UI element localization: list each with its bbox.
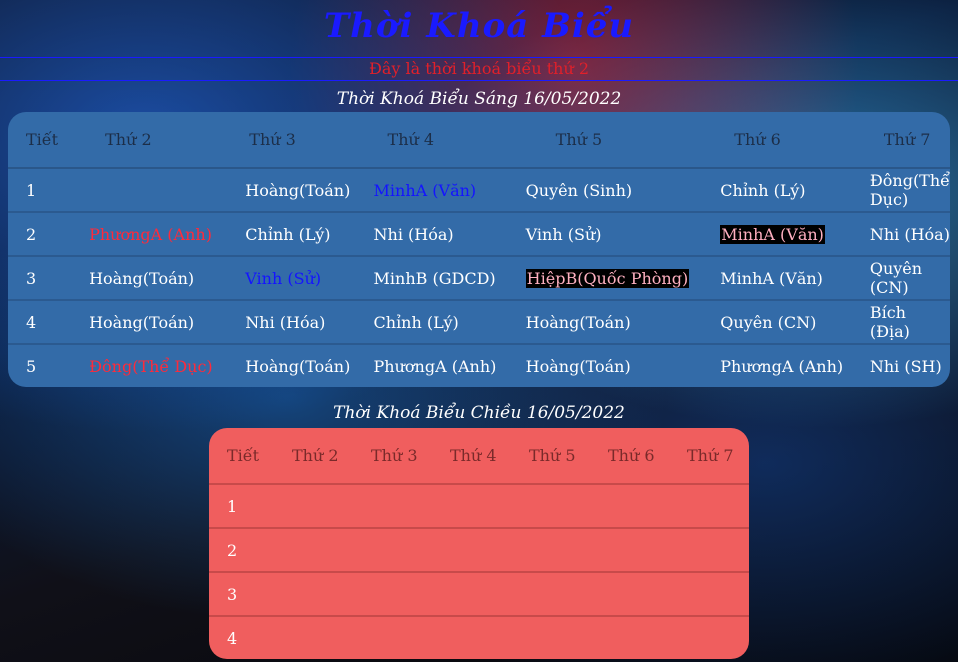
header-cell: Thứ 4: [355, 112, 508, 169]
table-cell: Chỉnh (Lý): [355, 299, 508, 344]
table-cell: [274, 571, 353, 616]
table-cell: [511, 483, 590, 528]
table-cell: Vinh (Sử): [507, 211, 703, 256]
header-cell: Thứ 7: [851, 112, 950, 169]
table-cell: [590, 527, 669, 572]
table-cell: Nhi (Hóa): [355, 211, 508, 256]
table-cell: Quyên (CN): [702, 299, 852, 344]
table-cell: [432, 527, 511, 572]
table-cell: [511, 527, 590, 572]
table-cell: Hoàng(Toán): [507, 343, 703, 387]
table-cell: [71, 168, 227, 212]
table-row: 1 Hoàng(Toán) MinhA (Văn) Quyên (Sinh) C…: [8, 168, 950, 212]
table-cell: Chỉnh (Lý): [227, 211, 356, 256]
period-cell: 1: [26, 180, 37, 200]
table-cell: MinhA (Văn): [702, 255, 852, 300]
table-cell: [274, 483, 353, 528]
table-cell: [590, 571, 669, 616]
page-title: Thời Khoá Biểu: [323, 6, 635, 46]
period-cell: 1: [209, 483, 274, 528]
table-row: 1: [209, 483, 749, 528]
table-cell: Chỉnh (Lý): [720, 180, 806, 200]
highlighted-entry: HiệpB(Quốc Phòng): [525, 268, 690, 288]
table-cell: MinhA (Văn): [702, 211, 852, 256]
header-cell: Tiết: [8, 112, 72, 169]
header-cell: Thứ 2: [274, 428, 353, 485]
table-row: 3: [209, 571, 749, 616]
header-cell: Thứ 5: [511, 428, 590, 485]
morning-schedule-title: Thời Khoá Biểu Sáng 16/05/2022: [336, 89, 622, 109]
table-cell: Quyên (Sinh): [525, 180, 633, 200]
header-cell: Thứ 7: [669, 428, 749, 485]
period-cell: 3: [8, 255, 72, 300]
table-cell: Vinh (Sử): [227, 255, 356, 300]
table-cell: [669, 571, 749, 616]
table-cell: [511, 571, 590, 616]
header-cell: Thứ 2: [71, 112, 228, 169]
period-cell: 5: [8, 343, 72, 387]
table-row: 4: [209, 615, 749, 659]
header-cell: Thứ 3: [227, 112, 356, 169]
table-cell: [669, 527, 749, 572]
table-cell: Nhi (Hóa): [227, 299, 356, 344]
table-cell: PhươngA (Anh): [355, 343, 508, 387]
page-subtitle: Đây là thời khoá biểu thứ 2: [368, 59, 590, 78]
table-cell: MinhA (Văn): [373, 180, 477, 200]
table-cell: [353, 527, 432, 572]
table-cell: [590, 483, 669, 528]
period-cell: 2: [209, 527, 274, 572]
table-cell: [669, 615, 749, 659]
period-cell: 3: [209, 571, 274, 616]
table-cell: [274, 527, 353, 572]
header-cell: Thứ 5: [507, 112, 703, 169]
table-cell: Đông(Thể Dục): [869, 171, 950, 209]
table-cell: [669, 483, 749, 528]
table-cell: MinhB (GDCD): [355, 255, 508, 300]
afternoon-schedule-title: Thời Khoá Biểu Chiều 16/05/2022: [333, 403, 625, 423]
table-cell: [432, 615, 511, 659]
table-cell: [353, 571, 432, 616]
table-cell: Hoàng(Toán): [227, 343, 356, 387]
header-cell: Tiết: [209, 428, 274, 485]
table-cell: PhươngA (Anh): [702, 343, 852, 387]
table-cell: Quyên (CN): [851, 255, 950, 300]
table-cell: [432, 571, 511, 616]
title-divider-top: [0, 57, 958, 58]
table-cell: PhươngA (Anh): [71, 211, 228, 256]
table-header-row: Tiết Thứ 2 Thứ 3 Thứ 4 Thứ 5 Thứ 6 Thứ 7: [209, 428, 749, 485]
header-cell: Thứ 3: [353, 428, 432, 485]
table-cell: Hoàng(Toán): [245, 180, 351, 200]
table-row: 5 Đông(Thể Dục) Hoàng(Toán) PhươngA (Anh…: [8, 343, 950, 387]
table-cell: [511, 615, 590, 659]
table-cell: [274, 615, 353, 659]
table-cell: Bích (Địa): [851, 299, 950, 344]
table-cell: HiệpB(Quốc Phòng): [507, 255, 703, 300]
table-cell: Nhi (Hóa): [851, 211, 950, 256]
period-cell: 4: [209, 615, 274, 659]
table-cell: [432, 483, 511, 528]
period-cell: 4: [8, 299, 72, 344]
table-row: 3 Hoàng(Toán) Vinh (Sử) MinhB (GDCD) Hiệ…: [8, 255, 950, 300]
header-cell: Thứ 6: [590, 428, 669, 485]
table-cell: Hoàng(Toán): [71, 255, 228, 300]
table-header-row: Tiết Thứ 2 Thứ 3 Thứ 4 Thứ 5 Thứ 6 Thứ 7: [8, 112, 950, 169]
table-cell: [590, 615, 669, 659]
table-row: 2 PhươngA (Anh) Chỉnh (Lý) Nhi (Hóa) Vin…: [8, 211, 950, 256]
morning-schedule-table: Tiết Thứ 2 Thứ 3 Thứ 4 Thứ 5 Thứ 6 Thứ 7…: [8, 112, 950, 387]
table-row: 4 Hoàng(Toán) Nhi (Hóa) Chỉnh (Lý) Hoàng…: [8, 299, 950, 344]
header-cell: Thứ 6: [702, 112, 852, 169]
table-cell: Hoàng(Toán): [507, 299, 703, 344]
afternoon-schedule-table: Tiết Thứ 2 Thứ 3 Thứ 4 Thứ 5 Thứ 6 Thứ 7…: [209, 428, 749, 659]
table-cell: Hoàng(Toán): [71, 299, 228, 344]
period-cell: 2: [8, 211, 72, 256]
header-cell: Thứ 4: [432, 428, 511, 485]
table-cell: Nhi (SH): [851, 343, 950, 387]
highlighted-entry: MinhA (Văn): [720, 224, 825, 244]
table-cell: [353, 615, 432, 659]
table-row: 2: [209, 527, 749, 572]
title-divider-bottom: [0, 80, 958, 81]
table-cell: Đông(Thể Dục): [71, 343, 228, 387]
table-cell: [353, 483, 432, 528]
